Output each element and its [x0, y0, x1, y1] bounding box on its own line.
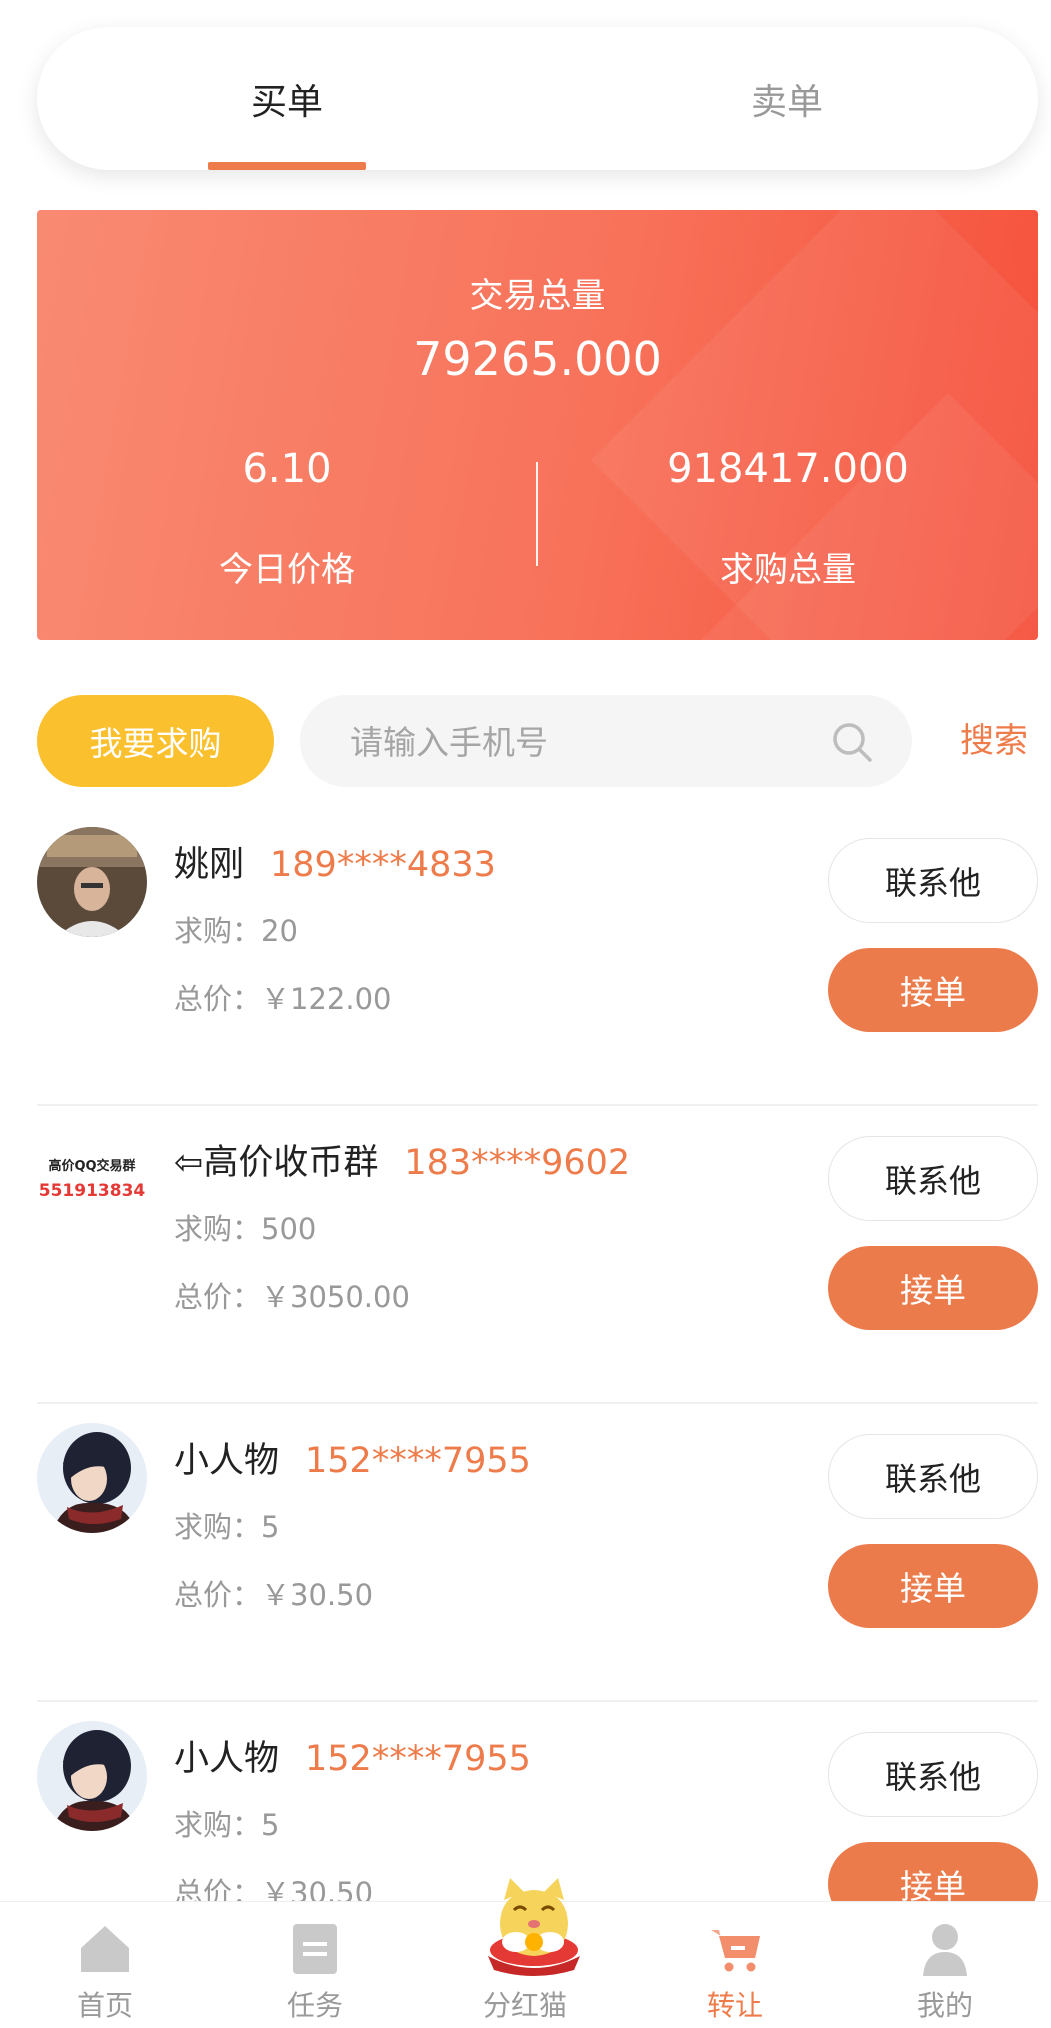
buyer-name: ⇦高价收币群 183****9602 [174, 1143, 631, 1183]
buy-quantity: 求购：5 [174, 1510, 280, 1544]
tab-active-indicator [208, 162, 366, 170]
demand-total-value: 918417.000 [667, 446, 909, 492]
nav-lucky-cat-label: 分红猫 [482, 1989, 567, 2022]
request-buy-button[interactable]: 我要求购 [37, 695, 274, 787]
avatar [37, 827, 147, 937]
avatar [37, 1721, 147, 1831]
total-price: 总价：￥3050.00 [174, 1280, 410, 1314]
contact-button[interactable]: 联系他 [828, 1136, 1038, 1221]
tab-sell[interactable]: 卖单 [537, 27, 1037, 170]
task-icon [293, 1924, 337, 1974]
list-item: 小人物 152****7955 求购：5 总价：￥30.50 联系他 接单 [0, 1404, 1051, 1702]
buyer-phone: 183****9602 [404, 1143, 631, 1183]
buy-quantity: 求购：20 [174, 914, 298, 948]
total-price: 总价：￥122.00 [174, 982, 392, 1016]
contact-button[interactable]: 联系他 [828, 1732, 1038, 1817]
nav-task-label: 任务 [286, 1989, 343, 2022]
total-volume-label: 交易总量 [469, 276, 606, 316]
avatar-group-number: 551913834 [38, 1181, 146, 1201]
accept-order-button[interactable]: 接单 [828, 948, 1038, 1032]
search-icon [833, 723, 872, 762]
list-item: 姚刚 189****4833 求购：20 总价：￥122.00 联系他 接单 [0, 808, 1051, 1106]
phone-search-input[interactable] [348, 695, 822, 789]
tab-buy[interactable]: 买单 [37, 27, 537, 170]
today-price-value: 6.10 [242, 446, 332, 492]
tab-buy-label: 买单 [250, 81, 323, 123]
buyer-name: 小人物 152****7955 [174, 1441, 531, 1481]
buy-quantity: 求购：5 [174, 1808, 280, 1842]
phone-search-box [300, 695, 912, 789]
avatar: 高价QQ交易群 551913834 [37, 1125, 147, 1235]
nav-item-home[interactable]: 首页 [0, 1902, 210, 2028]
avatar [37, 1423, 147, 1533]
nav-transfer-label: 转让 [706, 1989, 763, 2022]
accept-order-button[interactable]: 接单 [828, 1246, 1038, 1330]
total-volume-value: 79265.000 [413, 332, 662, 386]
buyer-phone: 152****7955 [305, 1739, 531, 1779]
user-icon [923, 1924, 967, 1976]
nav-item-transfer[interactable]: 转让 [630, 1902, 840, 2028]
search-button[interactable]: 搜索 [960, 695, 1028, 787]
buy-quantity: 求购：500 [174, 1212, 317, 1246]
stats-banner: 交易总量 79265.000 6.10 今日价格 918417.000 求购总量 [37, 210, 1038, 640]
buyer-phone: 189****4833 [270, 845, 496, 885]
contact-button[interactable]: 联系他 [828, 1434, 1038, 1519]
nav-item-mine[interactable]: 我的 [840, 1902, 1050, 2028]
total-price: 总价：￥30.50 [174, 1578, 374, 1612]
today-price-label: 今日价格 [219, 550, 355, 590]
order-list: 姚刚 189****4833 求购：20 总价：￥122.00 联系他 接单 高价… [0, 808, 1051, 2000]
tab-sell-label: 卖单 [750, 81, 823, 123]
buyer-name: 小人物 152****7955 [174, 1739, 531, 1779]
avatar-group-title: 高价QQ交易群 [48, 1159, 136, 1174]
home-icon [81, 1926, 129, 1972]
lucky-cat-icon[interactable] [474, 1870, 594, 1976]
demand-total-label: 求购总量 [720, 550, 856, 590]
nav-mine-label: 我的 [916, 1989, 973, 2022]
buyer-phone: 152****7955 [305, 1441, 531, 1481]
contact-button[interactable]: 联系他 [828, 838, 1038, 923]
buyer-name: 姚刚 189****4833 [174, 845, 496, 885]
cart-icon [711, 1930, 760, 1972]
order-type-tabs: 买单 卖单 [37, 27, 1038, 170]
nav-item-task[interactable]: 任务 [210, 1902, 420, 2028]
nav-home-label: 首页 [76, 1989, 133, 2022]
list-item: 高价QQ交易群 551913834 ⇦高价收币群 183****9602 求购：5… [0, 1106, 1051, 1404]
accept-order-button[interactable]: 接单 [828, 1544, 1038, 1628]
